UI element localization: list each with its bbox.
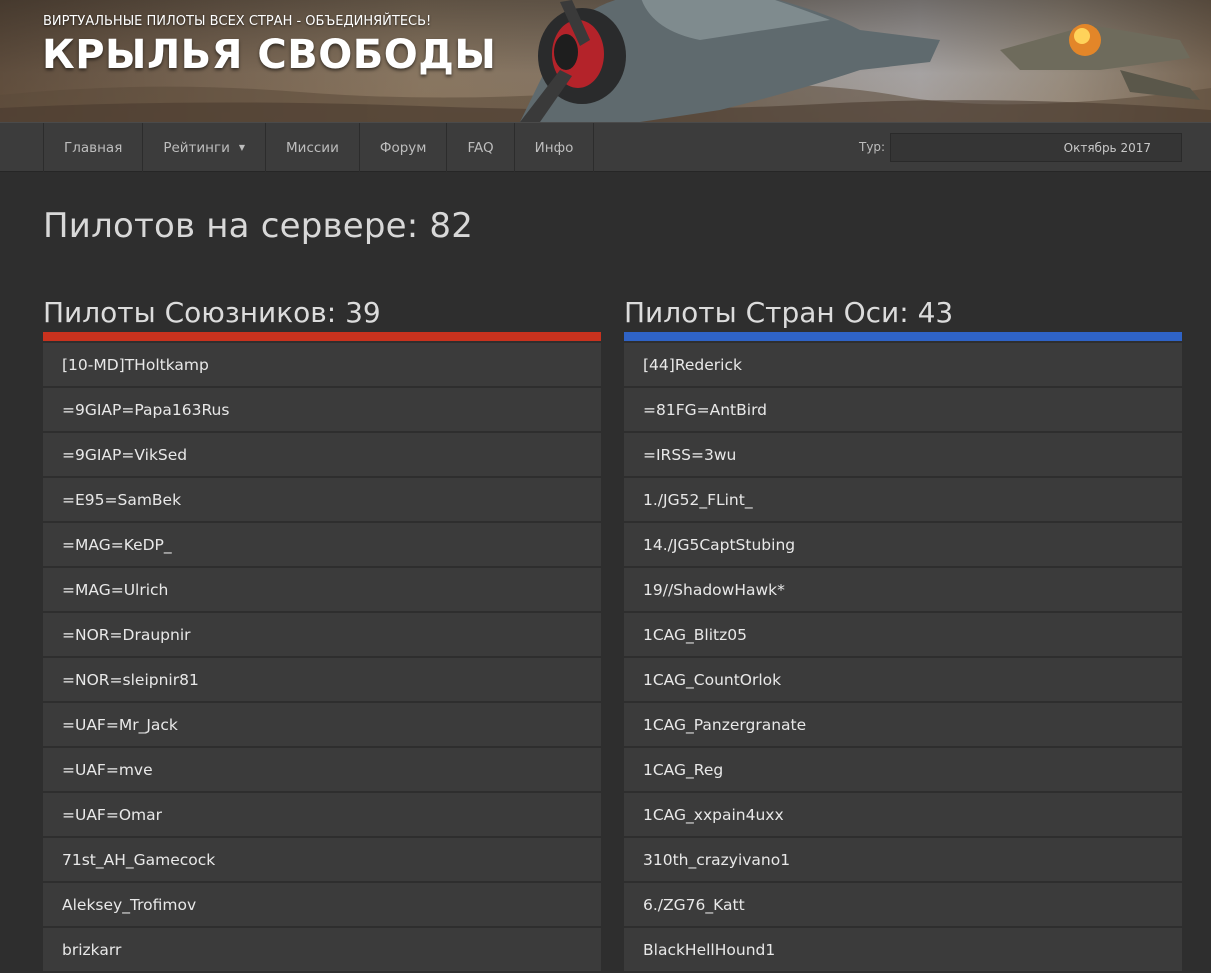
nav-item-missions[interactable]: Миссии xyxy=(266,123,360,172)
pilot-row[interactable]: 6./ZG76_Katt xyxy=(624,883,1182,926)
nav-item-label: Инфо xyxy=(534,139,574,156)
pilot-row[interactable]: =UAF=mve xyxy=(43,748,601,791)
pilot-row[interactable]: [10-MD]THoltkamp xyxy=(43,343,601,386)
nav-item-forum[interactable]: Форум xyxy=(360,123,448,172)
pilot-row[interactable]: BlackHellHound1 xyxy=(624,928,1182,971)
pilot-row[interactable]: 1CAG_CountOrlok xyxy=(624,658,1182,701)
nav-item-label: FAQ xyxy=(467,139,494,156)
allies-column: Пилоты Союзников: 39 [10-MD]THoltkamp =9… xyxy=(43,296,601,973)
site-title[interactable]: КРЫЛЬЯ СВОБОДЫ xyxy=(42,32,496,78)
pilot-row[interactable]: =E95=SamBek xyxy=(43,478,601,521)
pilot-row[interactable]: 1CAG_Blitz05 xyxy=(624,613,1182,656)
pilot-row[interactable]: 1CAG_Panzergranate xyxy=(624,703,1182,746)
pilot-row[interactable]: =UAF=Omar xyxy=(43,793,601,836)
nav-item-label: Миссии xyxy=(286,139,339,156)
axis-title: Пилоты Стран Оси: 43 xyxy=(624,296,954,329)
pilot-row[interactable]: =MAG=KeDP_ xyxy=(43,523,601,566)
nav-item-home[interactable]: Главная xyxy=(44,123,144,172)
pilot-row[interactable]: =9GIAP=Papa163Rus xyxy=(43,388,601,431)
nav-item-label: Рейтинги xyxy=(163,139,230,156)
pilot-row[interactable]: =NOR=sleipnir81 xyxy=(43,658,601,701)
nav-item-faq[interactable]: FAQ xyxy=(447,123,515,172)
nav-menu: Главная Рейтинги ▼ Миссии Форум FAQ Инфо xyxy=(43,123,595,172)
allies-title: Пилоты Союзников: 39 xyxy=(43,296,381,329)
pilot-row[interactable]: 71st_AH_Gamecock xyxy=(43,838,601,881)
axis-color-bar xyxy=(624,332,1182,341)
page-title: Пилотов на сервере: 82 xyxy=(43,206,474,246)
allies-pilot-list: [10-MD]THoltkamp =9GIAP=Papa163Rus =9GIA… xyxy=(43,343,601,971)
pilot-row[interactable]: brizkarr xyxy=(43,928,601,971)
tour-selected-value: Октябрь 2017 xyxy=(1063,140,1151,155)
pilot-row[interactable]: =MAG=Ulrich xyxy=(43,568,601,611)
pilot-row[interactable]: 1CAG_xxpain4uxx xyxy=(624,793,1182,836)
nav-item-ratings[interactable]: Рейтинги ▼ xyxy=(143,123,267,172)
pilot-row[interactable]: [44]Rederick xyxy=(624,343,1182,386)
pilot-row[interactable]: =NOR=Draupnir xyxy=(43,613,601,656)
pilot-row[interactable]: =9GIAP=VikSed xyxy=(43,433,601,476)
main-navigation: Главная Рейтинги ▼ Миссии Форум FAQ Инфо… xyxy=(0,122,1211,172)
pilot-row[interactable]: 1./JG52_FLint_ xyxy=(624,478,1182,521)
caret-down-icon: ▼ xyxy=(238,143,246,152)
nav-item-label: Форум xyxy=(379,139,427,156)
site-tagline: ВИРТУАЛЬНЫЕ ПИЛОТЫ ВСЕХ СТРАН - ОБЪЕДИНЯ… xyxy=(43,14,432,29)
pilot-row[interactable]: =IRSS=3wu xyxy=(624,433,1182,476)
axis-column: Пилоты Стран Оси: 43 [44]Rederick =81FG=… xyxy=(624,296,1182,973)
pilot-row[interactable]: =UAF=Mr_Jack xyxy=(43,703,601,746)
pilot-row[interactable]: Aleksey_Trofimov xyxy=(43,883,601,926)
pilot-row[interactable]: 19//ShadowHawk* xyxy=(624,568,1182,611)
tour-select[interactable]: Октябрь 2017 xyxy=(890,133,1182,162)
pilot-row[interactable]: 1CAG_Reg xyxy=(624,748,1182,791)
nav-item-info[interactable]: Инфо xyxy=(515,123,595,172)
header-banner: ВИРТУАЛЬНЫЕ ПИЛОТЫ ВСЕХ СТРАН - ОБЪЕДИНЯ… xyxy=(0,0,1211,122)
axis-pilot-list: [44]Rederick =81FG=AntBird =IRSS=3wu 1./… xyxy=(624,343,1182,971)
allies-color-bar xyxy=(43,332,601,341)
tour-label: Тур: xyxy=(859,140,886,154)
pilot-row[interactable]: 310th_crazyivano1 xyxy=(624,838,1182,881)
pilot-row[interactable]: =81FG=AntBird xyxy=(624,388,1182,431)
nav-item-label: Главная xyxy=(64,139,123,156)
pilot-row[interactable]: 14./JG5CaptStubing xyxy=(624,523,1182,566)
